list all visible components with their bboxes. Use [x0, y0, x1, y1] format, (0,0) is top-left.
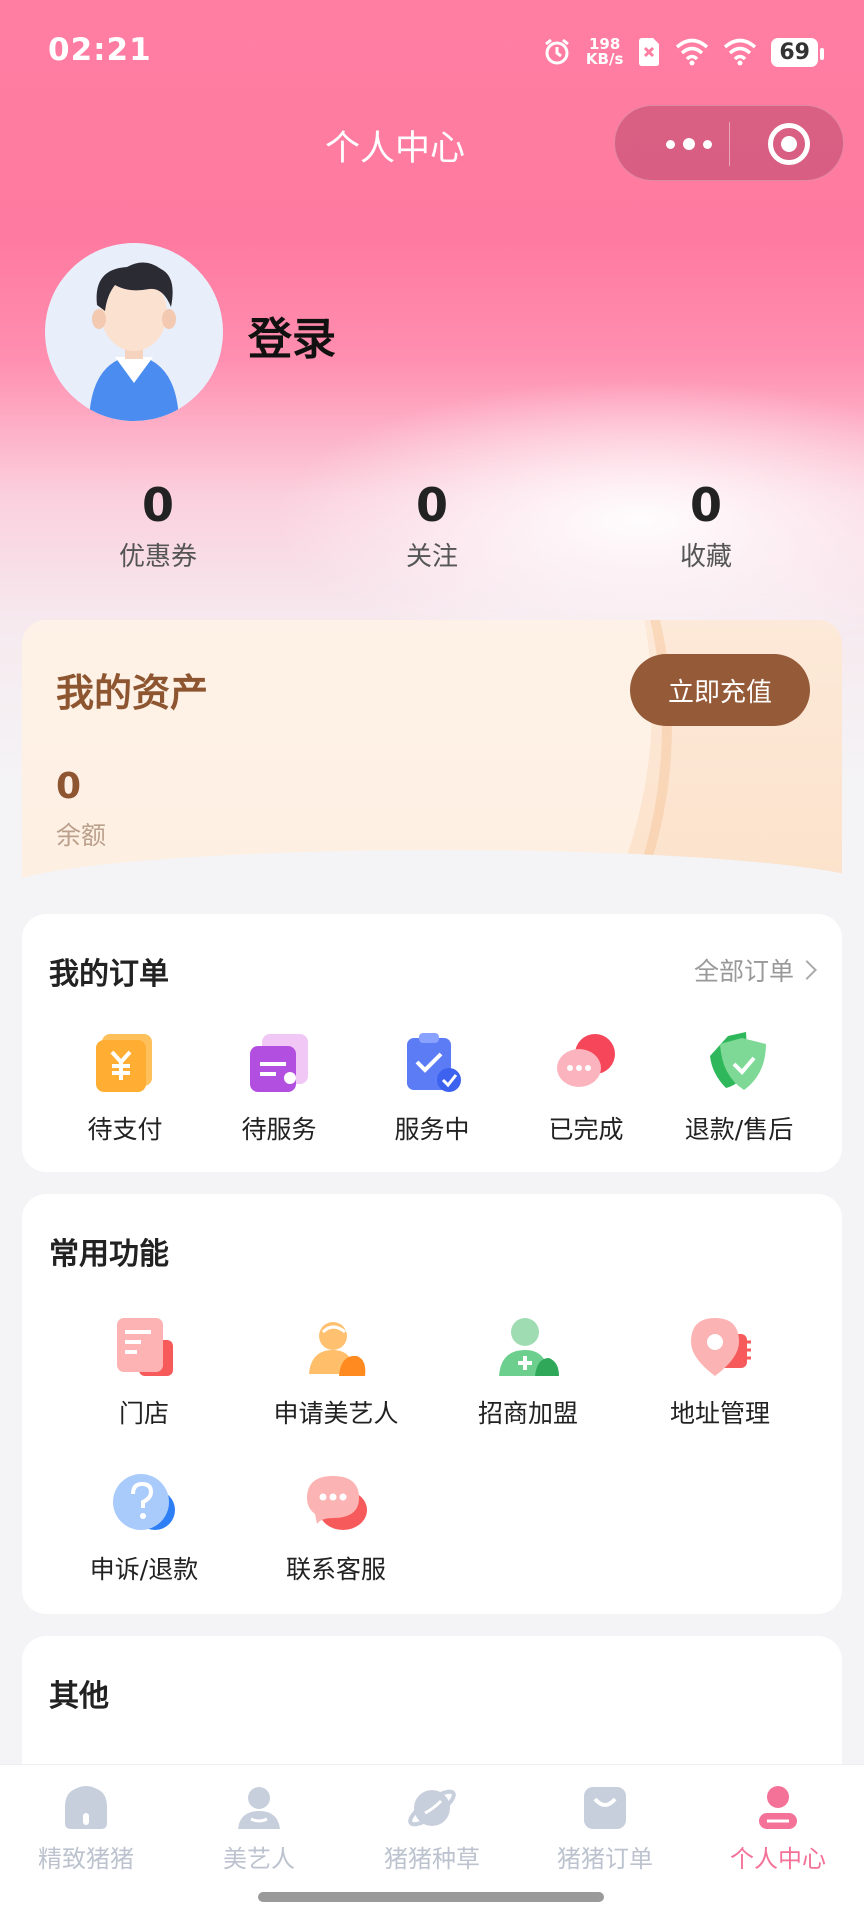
tab-profile[interactable]: 个人中心 [692, 1783, 864, 1874]
function-label: 联系客服 [285, 1555, 386, 1584]
function-label: 申诉/退款 [89, 1555, 199, 1584]
assets-title: 我的资产 [56, 671, 209, 715]
service-chat-icon [303, 1470, 369, 1536]
tab-label: 美艺人 [223, 1845, 295, 1873]
stat-follows[interactable]: 0 关注 [332, 478, 532, 573]
close-target-icon[interactable] [768, 123, 810, 165]
stat-label: 优惠券 [118, 542, 197, 572]
function-label: 地址管理 [669, 1399, 770, 1428]
tab-home[interactable]: 精致猪猪 [0, 1783, 172, 1874]
function-label: 招商加盟 [477, 1399, 578, 1428]
yuan-wallet-icon [92, 1030, 158, 1096]
function-appeal-refund[interactable]: 申诉/退款 [64, 1470, 224, 1586]
common-functions-card: 常用功能 门店 申请美艺人 招商加盟 地址管理 申诉/退款 联系客服 [22, 1194, 842, 1614]
function-label: 申请美艺人 [273, 1399, 399, 1428]
tab-discover[interactable]: 猪猪种草 [346, 1783, 518, 1874]
sim-off-icon [639, 38, 660, 66]
balance-label: 余额 [56, 821, 107, 850]
order-status-pending-payment[interactable]: 待支付 [45, 1030, 205, 1146]
function-address[interactable]: 地址管理 [640, 1314, 800, 1430]
artist-icon [303, 1314, 369, 1380]
status-icons: 198 KB/s 69 [542, 32, 824, 72]
functions-title: 常用功能 [49, 1237, 169, 1272]
stat-coupons[interactable]: 0 优惠券 [58, 478, 258, 573]
status-time: 02:21 [48, 32, 152, 68]
tab-orders[interactable]: 猪猪订单 [519, 1783, 691, 1874]
stat-label: 收藏 [679, 542, 732, 572]
user-icon [753, 1783, 803, 1833]
order-status-in-service[interactable]: 服务中 [352, 1030, 512, 1146]
stat-favorites[interactable]: 0 收藏 [606, 478, 806, 573]
balance-value[interactable]: 0 [56, 766, 81, 807]
all-orders-link[interactable]: 全部订单 [693, 952, 817, 988]
order-status-label: 已完成 [548, 1115, 624, 1144]
battery-indicator: 69 [771, 37, 824, 67]
status-bar: 02:21 198 KB/s 69 [0, 0, 864, 100]
net-speed: 198 KB/s [586, 37, 623, 67]
wifi-icon-2 [724, 38, 757, 66]
function-apply-artist[interactable]: 申请美艺人 [256, 1314, 416, 1430]
order-status-label: 待服务 [241, 1115, 317, 1144]
wifi-icon [676, 38, 709, 66]
function-contact-service[interactable]: 联系客服 [256, 1470, 416, 1586]
stat-label: 关注 [405, 542, 458, 572]
other-title: 其他 [49, 1679, 109, 1714]
assets-card: 我的资产 立即充值 0 余额 [22, 620, 842, 892]
tab-label: 猪猪订单 [557, 1845, 653, 1873]
question-icon [111, 1470, 177, 1536]
order-status-pending-service[interactable]: 待服务 [199, 1030, 359, 1146]
order-status-label: 服务中 [394, 1115, 470, 1144]
location-pin-icon [687, 1314, 753, 1380]
recharge-button[interactable]: 立即充值 [630, 654, 810, 726]
orders-card: 我的订单 全部订单 待支付 待服务 服务中 已完成 退款/售后 [22, 914, 842, 1172]
avatar-illustration-icon [45, 243, 223, 421]
mini-program-capsule [614, 105, 844, 181]
more-icon[interactable] [649, 106, 729, 182]
function-label: 门店 [118, 1399, 169, 1428]
orders-title: 我的订单 [49, 957, 169, 992]
stat-value: 0 [415, 478, 448, 532]
shield-check-icon [706, 1030, 772, 1096]
order-status-completed[interactable]: 已完成 [506, 1030, 666, 1146]
tab-label: 精致猪猪 [38, 1845, 134, 1873]
store-doc-icon [111, 1314, 177, 1380]
alarm-icon [544, 38, 569, 65]
chat-bubble-icon [553, 1030, 619, 1096]
login-link[interactable]: 登录 [248, 303, 336, 367]
order-status-label: 退款/售后 [684, 1115, 794, 1144]
home-indicator[interactable] [258, 1892, 604, 1902]
function-store[interactable]: 门店 [64, 1314, 224, 1430]
person-icon [234, 1783, 284, 1833]
ticket-icon [246, 1030, 312, 1096]
order-status-refund[interactable]: 退款/售后 [659, 1030, 819, 1146]
chevron-right-icon [797, 960, 817, 980]
home-icon [61, 1783, 111, 1833]
tab-label: 猪猪种草 [384, 1845, 480, 1873]
net-speed-unit: KB/s [585, 50, 624, 68]
tab-label: 个人中心 [730, 1845, 826, 1873]
stat-value: 0 [141, 478, 174, 532]
capsule-divider [729, 122, 730, 166]
stat-value: 0 [689, 478, 722, 532]
function-franchise[interactable]: 招商加盟 [448, 1314, 608, 1430]
planet-icon [407, 1783, 457, 1833]
all-orders-label: 全部订单 [693, 957, 794, 986]
order-status-label: 待支付 [87, 1115, 163, 1144]
clipboard-check-icon [399, 1030, 465, 1096]
add-user-icon [495, 1314, 561, 1380]
bag-icon [580, 1783, 630, 1833]
avatar[interactable] [45, 243, 223, 421]
tab-artists[interactable]: 美艺人 [173, 1783, 345, 1874]
